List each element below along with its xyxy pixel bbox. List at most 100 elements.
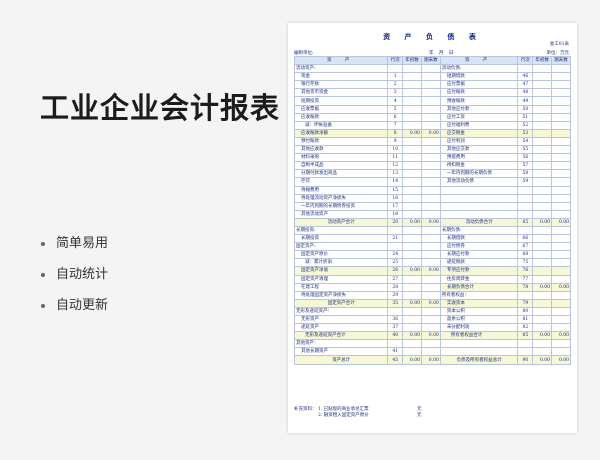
asset-line-cell: 40 bbox=[387, 331, 404, 341]
asset-begin-cell bbox=[402, 88, 422, 98]
asset-line-cell bbox=[387, 242, 404, 252]
table-row: 无形及递延资产合计 40 0.00 0.00 所有者权益合计 85 0.00 0.00 bbox=[293, 331, 571, 341]
liability-line-cell: 82 bbox=[517, 323, 534, 333]
asset-end-cell bbox=[420, 209, 441, 219]
asset-line-cell: 45 bbox=[387, 355, 404, 365]
asset-end-cell bbox=[420, 104, 441, 114]
asset-name-cell: 流动资产: bbox=[293, 64, 389, 74]
table-row: 现金 1 短期借款 46 bbox=[293, 72, 571, 82]
asset-begin-cell bbox=[402, 80, 422, 90]
table-row: 应收账款 6 应付工资 51 bbox=[293, 112, 571, 122]
asset-begin-cell bbox=[402, 258, 422, 268]
asset-begin-cell bbox=[402, 282, 422, 292]
liability-end-cell bbox=[551, 266, 571, 276]
liability-begin-cell bbox=[532, 347, 553, 357]
asset-end-cell: 0.00 bbox=[420, 128, 441, 138]
asset-end-cell bbox=[420, 201, 441, 211]
asset-name-cell: 减：累计折旧 bbox=[293, 258, 389, 268]
asset-begin-cell bbox=[402, 242, 422, 252]
liability-end-cell bbox=[551, 225, 571, 236]
table-header-row: 资 产 行次 年初数 期末数 资 产 行次 年初数 期末数 bbox=[293, 55, 571, 66]
table-row: 固定资产原价 24 长期应付款 68 bbox=[293, 250, 571, 260]
header-begin: 年初数 bbox=[402, 55, 422, 66]
asset-end-cell: 0.00 bbox=[420, 217, 441, 227]
table-row: 其他长期资产 41 bbox=[293, 347, 571, 357]
liability-end-cell bbox=[551, 64, 571, 74]
liability-name-cell: 长期借款 bbox=[439, 234, 519, 244]
asset-line-cell: 7 bbox=[387, 120, 404, 130]
table-row: 其他应收款 10 其他应交款 55 bbox=[293, 145, 571, 155]
liability-line-cell: 78 bbox=[517, 282, 534, 292]
asset-begin-cell: 0.00 bbox=[402, 331, 422, 341]
asset-name-cell: 应收账款净额 bbox=[293, 128, 389, 138]
asset-end-cell bbox=[420, 96, 441, 106]
liability-line-cell: 79 bbox=[517, 298, 534, 308]
asset-end-cell bbox=[420, 282, 441, 292]
liability-name-cell bbox=[439, 347, 519, 357]
asset-line-cell: 16 bbox=[387, 193, 404, 203]
liability-name-cell bbox=[439, 339, 519, 349]
asset-begin-cell bbox=[402, 96, 422, 106]
liability-end-cell bbox=[551, 88, 571, 98]
liability-name-cell: 长期负债: bbox=[439, 225, 519, 236]
liability-begin-cell bbox=[532, 323, 553, 333]
table-row: 待处理固定资产净损失 29 所有者权益： bbox=[293, 290, 571, 300]
liability-begin-cell bbox=[532, 201, 553, 211]
asset-begin-cell bbox=[402, 347, 422, 357]
asset-begin-cell bbox=[402, 120, 422, 130]
asset-name-cell: 固定资产合计 bbox=[293, 298, 389, 308]
liability-line-cell: 67 bbox=[517, 242, 534, 252]
liability-line-cell: 53 bbox=[517, 128, 534, 138]
asset-name-cell: 材料采购 bbox=[293, 153, 389, 163]
asset-name-cell: 长期投资 bbox=[293, 234, 389, 244]
liability-line-cell: 76 bbox=[517, 266, 534, 276]
liability-line-cell: 49 bbox=[517, 96, 534, 106]
liability-begin-cell bbox=[532, 306, 553, 317]
asset-line-cell: 15 bbox=[387, 185, 404, 195]
asset-end-cell bbox=[420, 80, 441, 90]
liability-line-cell bbox=[517, 290, 534, 300]
liability-line-cell: 54 bbox=[517, 136, 534, 147]
asset-name-cell: 银行存款 bbox=[293, 80, 389, 90]
liability-line-cell: 47 bbox=[517, 80, 534, 90]
asset-name-cell: 待处理流动资产净损失 bbox=[293, 193, 389, 203]
liability-line-cell: 51 bbox=[517, 112, 534, 122]
table-row: 银行存款 2 应付票据 47 bbox=[293, 80, 571, 90]
liability-name-cell bbox=[439, 185, 519, 195]
liability-name-cell: 长期应付款 bbox=[439, 250, 519, 260]
table-row: 无形资产 36 盈余公积 81 bbox=[293, 314, 571, 325]
asset-name-cell: 一年内到期的长期债券投资 bbox=[293, 201, 389, 211]
asset-name-cell: 无形资产 bbox=[293, 314, 389, 325]
asset-name-cell: 预付账款 bbox=[293, 136, 389, 147]
asset-end-cell bbox=[420, 323, 441, 333]
table-row: 待摊费用 15 bbox=[293, 185, 571, 195]
asset-line-cell: 13 bbox=[387, 169, 404, 179]
liability-line-cell bbox=[517, 201, 534, 211]
liability-begin-cell bbox=[532, 72, 553, 82]
liability-begin-cell bbox=[532, 185, 553, 195]
table-row: 短期投资 4 预收账款 49 bbox=[293, 96, 571, 106]
liability-end-cell bbox=[551, 290, 571, 300]
liability-end-cell bbox=[551, 339, 571, 349]
liability-name-cell: 流动负债合计 bbox=[439, 217, 519, 227]
liability-begin-cell bbox=[532, 266, 553, 276]
liability-line-cell: 66 bbox=[517, 234, 534, 244]
liability-end-cell bbox=[551, 104, 571, 114]
liability-end-cell: 0.00 bbox=[551, 217, 571, 227]
liability-begin-cell bbox=[532, 193, 553, 203]
liability-begin-cell bbox=[532, 314, 553, 325]
asset-begin-cell bbox=[402, 209, 422, 219]
asset-begin-cell bbox=[402, 201, 422, 211]
asset-line-cell: 14 bbox=[387, 177, 404, 187]
asset-begin-cell bbox=[402, 290, 422, 300]
asset-begin-cell bbox=[402, 161, 422, 171]
liability-begin-cell bbox=[532, 290, 553, 300]
asset-begin-cell bbox=[402, 169, 422, 179]
liability-end-cell bbox=[551, 298, 571, 308]
liability-line-cell: 59 bbox=[517, 177, 534, 187]
asset-begin-cell bbox=[402, 339, 422, 349]
liability-end-cell bbox=[551, 274, 571, 284]
asset-name-cell: 长期投资: bbox=[293, 225, 389, 236]
liability-end-cell bbox=[551, 145, 571, 155]
asset-end-cell: 0.00 bbox=[420, 266, 441, 276]
